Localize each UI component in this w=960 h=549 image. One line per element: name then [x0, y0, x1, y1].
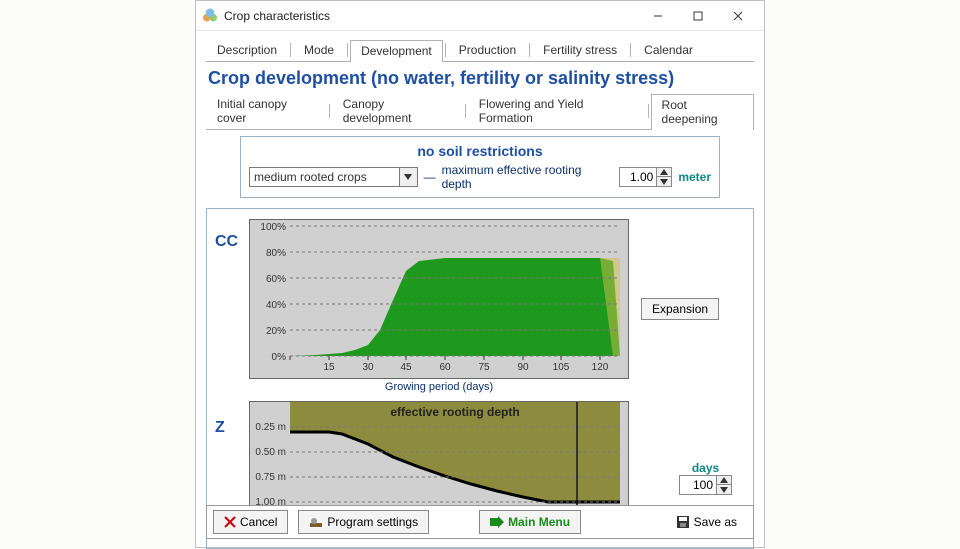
svg-text:100%: 100% — [260, 222, 286, 233]
maximize-button[interactable] — [678, 1, 718, 30]
linker-dash: — — [424, 170, 436, 184]
cc-plot-area: 100% 80% 60% 40% 20% 0% — [249, 219, 629, 379]
svg-text:45: 45 — [400, 362, 412, 373]
window-title: Crop characteristics — [224, 9, 638, 23]
days-spinner[interactable] — [679, 475, 732, 495]
maximize-icon — [693, 11, 703, 21]
tab-fertility-stress[interactable]: Fertility stress — [532, 39, 628, 61]
arrow-right-icon — [490, 516, 504, 528]
minimize-icon — [653, 11, 663, 21]
spin-up-icon[interactable] — [657, 168, 671, 177]
svg-text:30: 30 — [362, 362, 374, 373]
main-menu-button[interactable]: Main Menu — [479, 510, 581, 534]
svg-text:80%: 80% — [266, 248, 286, 259]
tab-calendar[interactable]: Calendar — [633, 39, 704, 61]
max-depth-label: maximum effective rooting depth — [442, 163, 614, 191]
crop-characteristics-window: Crop characteristics Description Mode De… — [195, 0, 765, 548]
svg-text:60: 60 — [439, 362, 451, 373]
main-tabs: Description Mode Development Production … — [206, 39, 754, 62]
spin-down-icon[interactable] — [717, 485, 731, 494]
days-label: days — [692, 461, 719, 475]
titlebar: Crop characteristics — [196, 1, 764, 31]
close-icon — [733, 11, 743, 21]
close-icon — [224, 516, 236, 528]
svg-text:20%: 20% — [266, 326, 286, 337]
z-chart-row: Z effective rooting depth — [215, 401, 745, 506]
tab-mode[interactable]: Mode — [293, 39, 345, 61]
z-plot-area: effective rooting depth — [249, 401, 629, 506]
subtab-root-deepening[interactable]: Root deepening — [651, 94, 754, 130]
root-type-combo[interactable]: medium rooted crops — [249, 167, 418, 187]
svg-text:90: 90 — [517, 362, 529, 373]
spin-down-icon[interactable] — [657, 177, 671, 186]
max-depth-input[interactable] — [620, 168, 656, 186]
charts-group: CC — [206, 208, 754, 549]
subtab-initial-canopy[interactable]: Initial canopy cover — [206, 93, 327, 129]
cc-chart-row: CC — [215, 219, 745, 399]
root-type-value: medium rooted crops — [250, 170, 399, 184]
svg-text:75: 75 — [478, 362, 490, 373]
cc-chart: 100% 80% 60% 40% 20% 0% — [250, 220, 630, 380]
svg-text:60%: 60% — [266, 274, 286, 285]
max-depth-spinner[interactable] — [619, 167, 672, 187]
z-chart: effective rooting depth — [250, 402, 630, 507]
spin-up-icon[interactable] — [717, 476, 731, 485]
app-icon — [202, 8, 218, 24]
unit-label: meter — [678, 170, 711, 184]
svg-text:0.50 m: 0.50 m — [255, 447, 286, 458]
svg-text:15: 15 — [323, 362, 335, 373]
soil-restrictions-title: no soil restrictions — [249, 143, 711, 159]
page-title: Crop development (no water, fertility or… — [208, 68, 754, 89]
cancel-button[interactable]: Cancel — [213, 510, 288, 534]
gear-icon — [309, 516, 323, 528]
bottom-button-bar: Cancel Program settings Main Menu Save a… — [206, 505, 754, 539]
soil-restrictions-group: no soil restrictions medium rooted crops… — [240, 136, 720, 198]
x-axis-label: Growing period (days) — [249, 379, 629, 399]
z-plot-title: effective rooting depth — [390, 405, 519, 419]
tab-description[interactable]: Description — [206, 39, 288, 61]
svg-text:120: 120 — [592, 362, 609, 373]
subtab-canopy-development[interactable]: Canopy development — [332, 93, 463, 129]
save-as-button[interactable]: Save as — [666, 510, 747, 534]
z-axis-title: Z — [215, 401, 249, 506]
expansion-button[interactable]: Expansion — [641, 298, 719, 320]
program-settings-button[interactable]: Program settings — [298, 510, 429, 534]
days-input[interactable] — [680, 476, 716, 494]
chevron-down-icon — [399, 168, 417, 186]
svg-text:0%: 0% — [272, 352, 287, 363]
svg-text:0.25 m: 0.25 m — [255, 422, 286, 433]
tab-development[interactable]: Development — [350, 40, 443, 62]
subtab-flowering-yield[interactable]: Flowering and Yield Formation — [468, 93, 646, 129]
cc-axis-title: CC — [215, 219, 249, 399]
svg-text:40%: 40% — [266, 300, 286, 311]
svg-text:105: 105 — [553, 362, 570, 373]
close-button[interactable] — [718, 1, 758, 30]
svg-text:0.75 m: 0.75 m — [255, 472, 286, 483]
save-icon — [676, 515, 690, 529]
sub-tabs: Initial canopy cover Canopy development … — [206, 93, 754, 130]
days-column: days — [679, 461, 732, 506]
tab-production[interactable]: Production — [448, 39, 527, 61]
minimize-button[interactable] — [638, 1, 678, 30]
